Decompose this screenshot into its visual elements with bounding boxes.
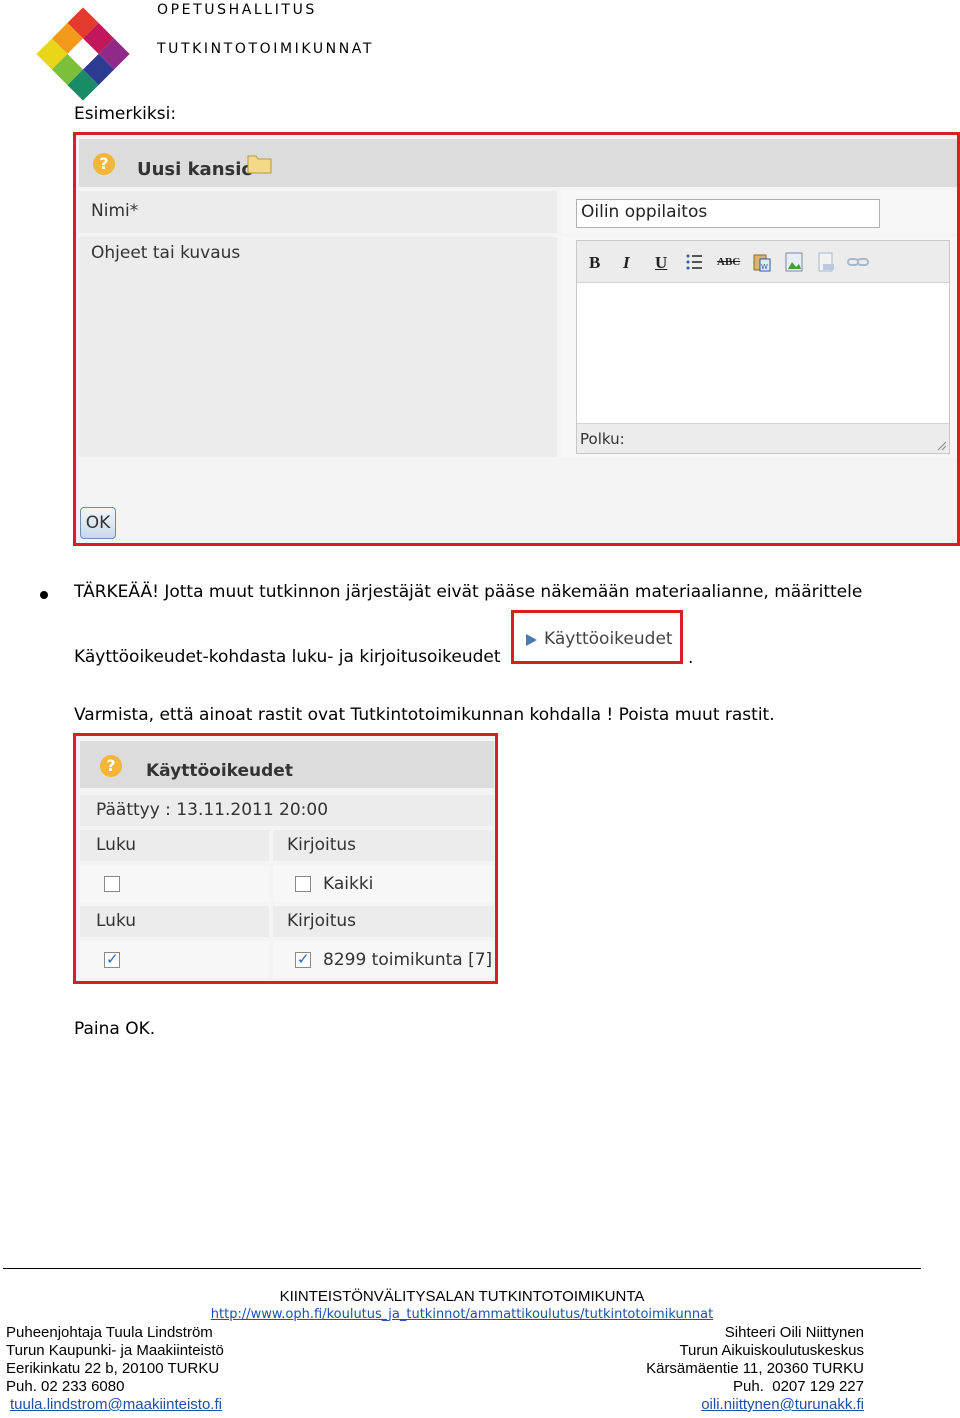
help-icon[interactable]: ? [100, 755, 122, 777]
read-header-cell: Luku [80, 830, 269, 861]
read-header-cell: Luku [80, 906, 269, 937]
ok-button[interactable]: OK [80, 507, 116, 539]
bullet-list-icon[interactable] [685, 252, 703, 272]
write-checkbox-committee[interactable] [295, 950, 311, 968]
footer-committee: KIINTEISTÖNVÄLITYSALAN TUTKINTOTOIMIKUNT… [279, 1288, 645, 1305]
editor-toolbar: B I U ABC W [577, 241, 949, 283]
read-checkbox-cell [80, 941, 269, 978]
rights-dialog-header: ? Käyttöoikeudet [80, 741, 494, 788]
footer-left-phone: Puh. 02 233 6080 [6, 1378, 125, 1395]
rights-button-screenshot: Käyttöoikeudet [511, 610, 683, 664]
example-label: Esimerkiksi: [74, 104, 177, 124]
bullet-icon [40, 591, 48, 599]
new-folder-dialog: ? Uusi kansio Nimi* Oilin oppilaitos Ohj… [73, 132, 960, 546]
editor-statusbar: Polku: [577, 423, 949, 453]
folder-icon [247, 155, 272, 174]
line-end-period: . [688, 648, 694, 668]
footer-right-phone: Puh. 0207 129 227 [733, 1378, 864, 1395]
rights-dialog: ? Käyttöoikeudet Päättyy : 13.11.2011 20… [73, 733, 498, 984]
name-label-cell: Nimi* [79, 191, 557, 233]
read-header: Luku [96, 835, 137, 855]
org-name: OPETUSHALLITUS [157, 2, 317, 18]
paste-word-icon[interactable]: W [753, 252, 771, 272]
footer-left-address: Eerikinkatu 22 b, 20100 TURKU [6, 1360, 220, 1377]
dialog-title: Uusi kansio [137, 159, 254, 180]
underline-button[interactable]: U [655, 253, 667, 273]
name-input[interactable]: Oilin oppilaitos [576, 199, 880, 228]
write-header-cell: Kirjoitus [273, 830, 494, 861]
read-checkbox-committee[interactable] [104, 950, 120, 968]
opetushallitus-logo [36, 7, 130, 101]
read-checkbox-all[interactable] [104, 876, 120, 892]
write-target-label: Kaikki [323, 874, 374, 894]
read-checkbox-cell [80, 865, 269, 902]
description-label-cell: Ohjeet tai kuvaus [79, 237, 557, 457]
write-header: Kirjoitus [287, 835, 357, 855]
footer-left-org: Turun Kaupunki- ja Maakiinteistö [6, 1342, 224, 1359]
link-icon[interactable] [847, 252, 869, 272]
insert-image-icon[interactable] [785, 252, 803, 272]
org-subname: TUTKINTOTOIMIKUNNAT [157, 41, 375, 57]
svg-text:W: W [761, 263, 768, 271]
footer-left-role: Puheenjohtaja Tuula Lindström [6, 1324, 213, 1341]
write-header: Kirjoitus [287, 911, 357, 931]
path-label: Polku: [580, 430, 625, 448]
important-line-2: Käyttöoikeudet-kohdasta luku- ja kirjoit… [74, 647, 501, 667]
footer-right-email-link[interactable]: oili.niittynen@turunakk.fi [701, 1396, 864, 1413]
dialog-header: ? Uusi kansio [79, 139, 957, 187]
press-ok-text: Paina OK. [74, 1019, 156, 1039]
footer-right-role: Sihteeri Oili Niittynen [724, 1324, 864, 1341]
help-icon[interactable]: ? [93, 153, 115, 175]
write-checkbox-cell: 8299 toimikunta [7] [273, 941, 494, 978]
footer-left-email-link[interactable]: tuula.lindstrom@maakiinteisto.fi [10, 1396, 222, 1413]
expiry-cell: Päättyy : 13.11.2011 20:00 [80, 795, 494, 826]
rights-button-label[interactable]: Käyttöoikeudet [544, 629, 673, 649]
write-target-label: 8299 toimikunta [7] [323, 950, 493, 970]
verify-text: Varmista, että ainoat rastit ovat Tutkin… [74, 705, 775, 725]
write-checkbox-all[interactable] [295, 876, 311, 892]
footer-url-link[interactable]: http://www.oph.fi/koulutus_ja_tutkinnot/… [0, 1307, 924, 1322]
name-label: Nimi* [91, 201, 139, 221]
write-header-cell: Kirjoitus [273, 906, 494, 937]
footer-divider [3, 1268, 921, 1269]
important-line-1: TÄRKEÄÄ! Jotta muut tutkinnon järjestäjä… [74, 582, 863, 602]
italic-button[interactable]: I [623, 253, 630, 273]
read-header: Luku [96, 911, 137, 931]
expiry-date: Päättyy : 13.11.2011 20:00 [96, 800, 329, 820]
description-label: Ohjeet tai kuvaus [91, 243, 241, 263]
write-checkbox-cell: Kaikki [273, 865, 494, 902]
resize-grip-icon[interactable] [935, 439, 947, 451]
insert-file-icon[interactable] [817, 252, 835, 272]
rights-dialog-title: Käyttöoikeudet [146, 761, 293, 781]
rich-text-editor[interactable]: B I U ABC W Polku: [576, 240, 950, 454]
bold-button[interactable]: B [589, 253, 600, 273]
footer-right-org: Turun Aikuiskoulutuskeskus [679, 1342, 864, 1359]
spellcheck-button[interactable]: ABC [717, 256, 740, 268]
footer-right-address: Kärsämäentie 11, 20360 TURKU [646, 1360, 864, 1377]
play-arrow-icon [526, 634, 537, 646]
